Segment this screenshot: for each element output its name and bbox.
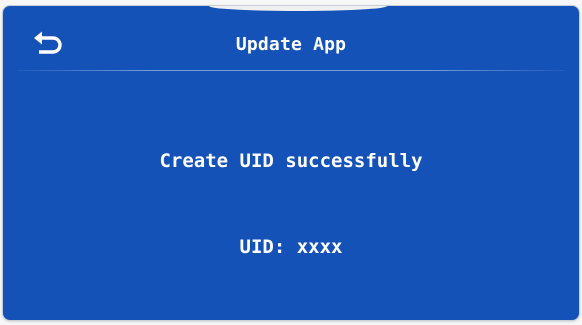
status-message: Create UID successfully	[159, 150, 423, 172]
uid-value: UID: xxxx	[239, 236, 343, 258]
header-bar: Update App	[3, 6, 579, 74]
header-divider	[17, 70, 565, 71]
app-screen: Update App Create UID successfully UID: …	[3, 6, 579, 320]
page-title: Update App	[235, 34, 347, 55]
